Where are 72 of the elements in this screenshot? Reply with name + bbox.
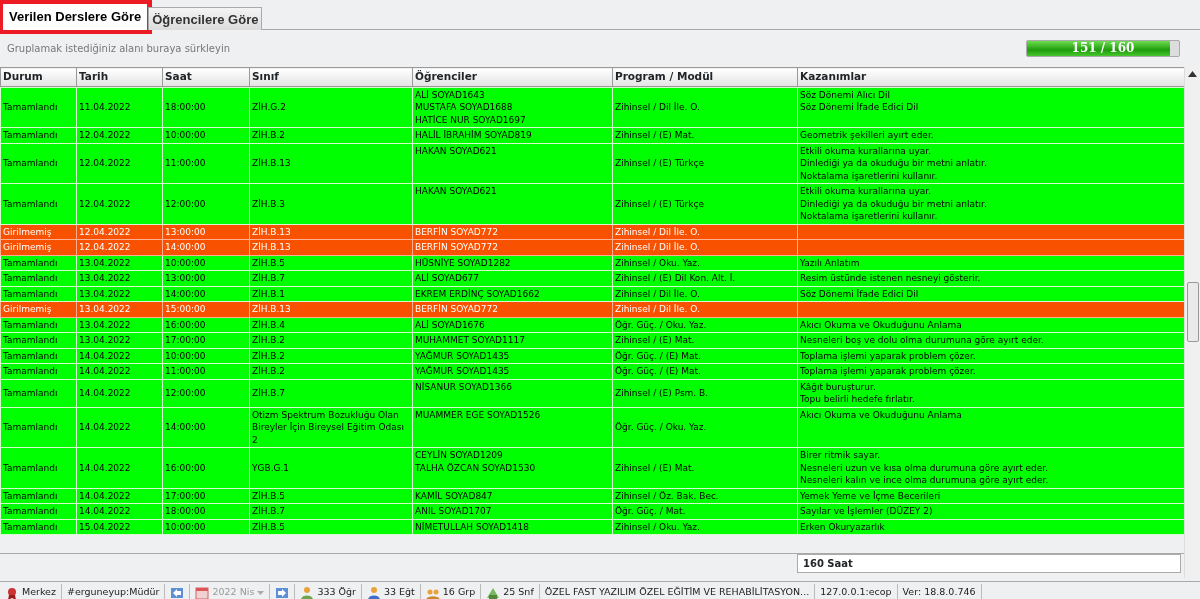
dropdown-caret-icon[interactable] xyxy=(257,590,265,595)
table-cell: 14.04.2022 xyxy=(76,407,163,448)
left-arrow-icon[interactable] xyxy=(170,585,185,599)
table-cell: HAKAN SOYAD621 xyxy=(412,183,613,225)
ribbon-icon xyxy=(5,585,19,599)
table-cell: 12:00:00 xyxy=(162,183,250,225)
column-header[interactable]: Sınıf xyxy=(249,67,413,87)
right-arrow-icon[interactable] xyxy=(275,585,290,599)
progress-bar: 151 / 160 xyxy=(1026,40,1180,57)
status-bar-text: #erguneyup:Müdür xyxy=(66,585,160,599)
status-bar-text: 33 Eğt xyxy=(383,585,415,599)
table-cell: 12.04.2022 xyxy=(76,143,163,184)
table-cell: Zihinsel / (E) Türkçe xyxy=(612,143,798,184)
table-cell: NİSANUR SOYAD1366 xyxy=(412,379,613,408)
table-cell: Tamamlandı xyxy=(0,143,77,184)
status-bar-text: ÖZEL FAST YAZILIM ÖZEL EĞİTİM VE REHABİLİTASYON... xyxy=(544,585,810,599)
table-cell: Zihinsel / (E) Türkçe xyxy=(612,183,798,225)
table-cell: Tamamlandı xyxy=(0,87,77,128)
status-bar-text: 333 Öğr xyxy=(317,585,356,599)
status-bar-text: 2022 Nis xyxy=(212,585,255,599)
table-cell: 11.04.2022 xyxy=(76,87,163,128)
table-cell: Kâğıt buruşturur. Topu belirli hedefe fırlatır. xyxy=(797,379,1184,408)
table-cell: 12:00:00 xyxy=(162,379,250,408)
table-cell: Söz Dönemi Alıcı Dil Söz Dönemi İfade Edici Dil xyxy=(797,87,1184,128)
table-cell: MUAMMER EGE SOYAD1526 xyxy=(412,407,613,448)
column-header[interactable]: Tarih xyxy=(76,67,163,87)
status-bar-text: Merkez xyxy=(22,585,56,599)
table-cell: CEYLİN SOYAD1209 TALHA ÖZCAN SOYAD1530 xyxy=(412,447,613,489)
table-cell: Akıcı Okuma ve Okuduğunu Anlama xyxy=(797,407,1184,448)
table-cell: 14.04.2022 xyxy=(76,379,163,408)
summary-total: 160 Saat xyxy=(797,554,1181,574)
table-cell: 14:00:00 xyxy=(162,407,250,448)
table-cell: 14.04.2022 xyxy=(76,447,163,489)
table-cell: ZİH.B.3 xyxy=(249,183,413,225)
table-cell: ALİ SOYAD1643 MUSTAFA SOYAD1688 HATİCE NUR SOYAD1697 xyxy=(412,87,613,128)
table-cell: ZİH.G.2 xyxy=(249,87,413,128)
table-cell: Zihinsel / (E) Psm. B. xyxy=(612,379,798,408)
table-cell: Zihinsel / (E) Mat. xyxy=(612,447,798,489)
table-cell: 11:00:00 xyxy=(162,143,250,184)
table-cell: Birer ritmik sayar. Nesneleri uzun ve kısa olma durumuna göre ayırt eder. Nesneleri kalın ve ince olma durumuna göre ayırt eder. xyxy=(797,447,1184,489)
table-cell: Tamamlandı xyxy=(0,183,77,225)
table-cell: 18:00:00 xyxy=(162,87,250,128)
table-cell: Tamamlandı xyxy=(0,379,77,408)
column-header[interactable]: Program / Modül xyxy=(612,67,798,87)
column-header[interactable]: Durum xyxy=(0,67,77,87)
column-header[interactable]: Öğrenciler xyxy=(412,67,613,87)
table-cell: Tamamlandı xyxy=(0,447,77,489)
table-cell: Etkili okuma kurallarına uyar. Dinlediği ya da okuduğu bir metni anlatır. Noktalama işaretlerini kullanır. xyxy=(797,143,1184,184)
person-icon xyxy=(366,585,381,599)
table-cell: Otizm Spektrum Bozukluğu Olan Bireyler İçin Bireysel Eğitim Odası 2 xyxy=(249,407,413,448)
table-cell: Tamamlandı xyxy=(0,407,77,448)
scroll-thumb[interactable] xyxy=(1187,282,1199,342)
calendar-icon xyxy=(195,585,210,599)
table-cell: ZİH.B.13 xyxy=(249,143,413,184)
table-cell: Öğr. Güç. / Oku. Yaz. xyxy=(612,407,798,448)
table-cell: 12.04.2022 xyxy=(76,183,163,225)
group-panel-hint: Gruplamak istediğiniz alanı buraya sürkleyin xyxy=(7,42,231,56)
table-cell: HAKAN SOYAD621 xyxy=(412,143,613,184)
column-header[interactable]: Kazanımlar xyxy=(797,67,1185,87)
status-bar-text: 25 Snf xyxy=(503,585,534,599)
table-cell: Zihinsel / Dil İle. O. xyxy=(612,87,798,128)
person-icon xyxy=(300,585,315,599)
tab[interactable]: Öğrencilere Göre xyxy=(148,7,263,30)
scroll-up-icon[interactable] xyxy=(1188,71,1197,77)
table-cell: 16:00:00 xyxy=(162,447,250,489)
status-bar-text: 16 Grp xyxy=(442,585,476,599)
table-cell: Etkili okuma kurallarına uyar. Dinlediği ya da okuduğu bir metni anlatır. Noktalama işaretlerini kullanır. xyxy=(797,183,1184,225)
table-cell: ZİH.B.7 xyxy=(249,379,413,408)
status-bar-text: Ver: 18.8.0.746 xyxy=(902,585,976,599)
table-cell: YGB.G.1 xyxy=(249,447,413,489)
column-header[interactable]: Saat xyxy=(162,67,250,87)
status-bar-text: 127.0.0.1:ecop xyxy=(820,585,892,599)
